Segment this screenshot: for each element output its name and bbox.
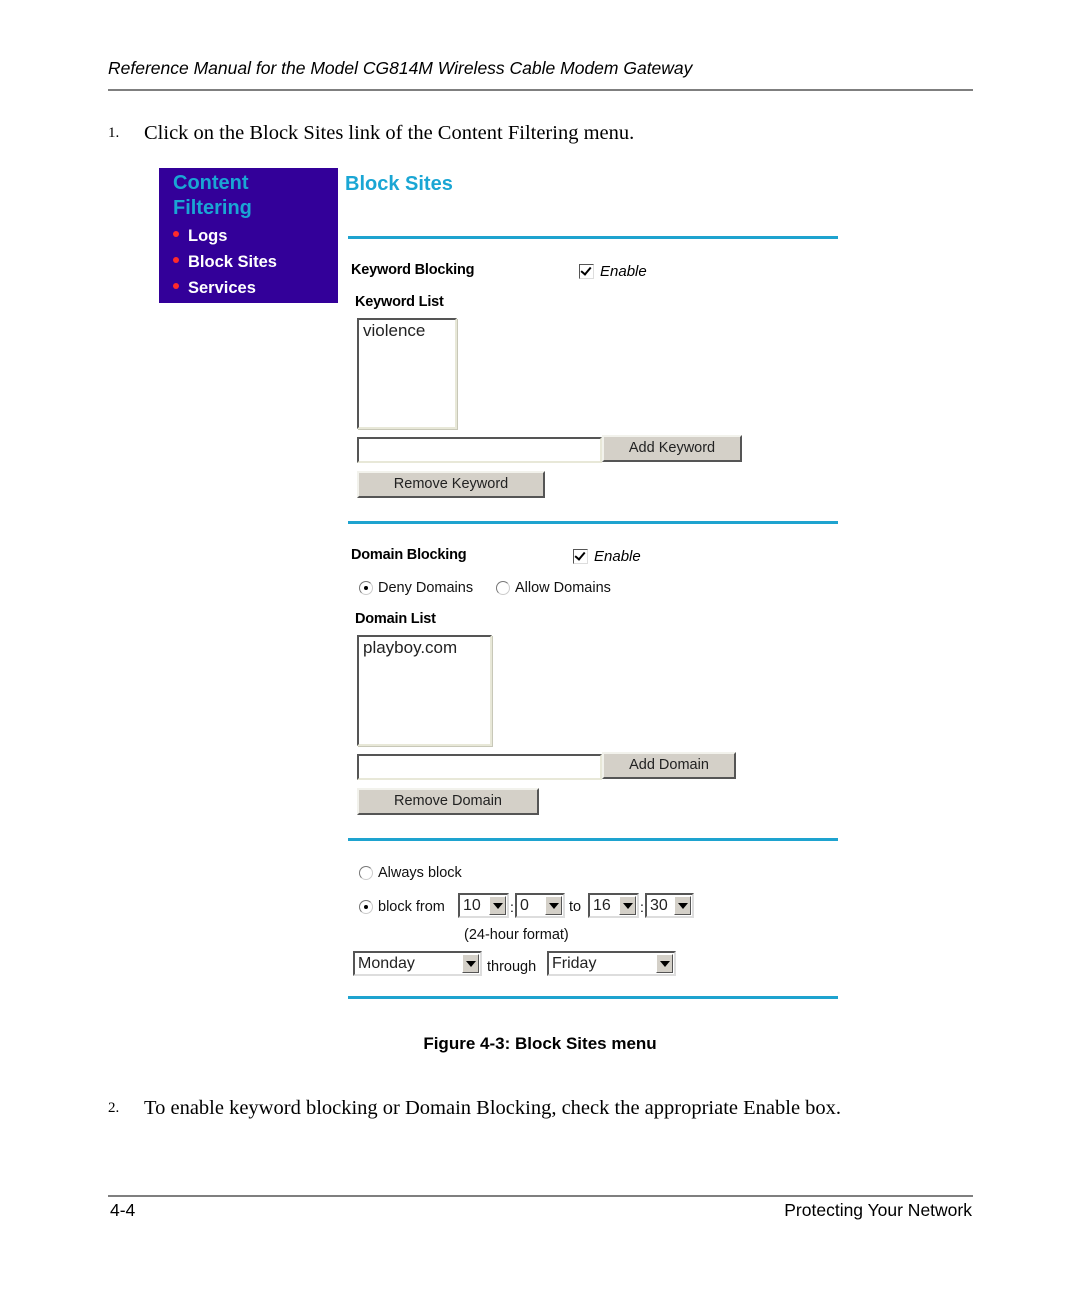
keyword-enable-checkbox[interactable] <box>579 263 594 279</box>
domain-list[interactable]: playboy.com <box>357 635 492 746</box>
from-hour-select[interactable]: 10 <box>458 893 509 918</box>
remove-keyword-button[interactable]: Remove Keyword <box>357 471 545 498</box>
sidebar-item-label: Block Sites <box>188 253 277 271</box>
end-day-value: Friday <box>552 955 597 972</box>
allow-domains-label: Allow Domains <box>515 580 611 596</box>
section-divider <box>348 996 838 999</box>
sidebar-item-logs[interactable]: Logs <box>173 227 227 246</box>
add-keyword-button[interactable]: Add Keyword <box>602 435 742 462</box>
deny-domains-radio[interactable] <box>359 581 373 596</box>
step-text: Click on the Block Sites link of the Con… <box>144 122 635 144</box>
always-block-label: Always block <box>378 865 462 881</box>
sidebar-item-services[interactable]: Services <box>173 279 256 298</box>
dropdown-arrow-icon[interactable] <box>656 954 673 973</box>
page-title: Block Sites <box>345 173 453 195</box>
sidebar-title-line2: Filtering <box>173 197 252 219</box>
to-minute-value: 30 <box>650 897 668 914</box>
time-separator: : <box>510 899 514 915</box>
block-from-label: block from <box>378 899 445 915</box>
start-day-value: Monday <box>358 955 415 972</box>
section-divider <box>348 236 838 239</box>
always-block-radio[interactable] <box>359 866 373 881</box>
step-number: 2. <box>108 1100 120 1116</box>
step-number: 1. <box>108 125 120 141</box>
domain-blocking-label: Domain Blocking <box>351 547 467 563</box>
footer-rule <box>108 1195 973 1197</box>
block-from-radio[interactable] <box>359 900 373 915</box>
sidebar-title: Content Filtering <box>173 171 252 221</box>
domain-enable-label: Enable <box>594 547 641 565</box>
to-hour-value: 16 <box>593 897 611 914</box>
domain-list-item[interactable]: playboy.com <box>363 638 486 658</box>
header-rule <box>108 89 973 91</box>
dropdown-arrow-icon[interactable] <box>545 896 562 915</box>
section-divider <box>348 838 838 841</box>
bullet-icon <box>173 282 179 289</box>
allow-domains-option[interactable]: Allow Domains <box>496 580 611 596</box>
to-label: to <box>569 899 582 915</box>
deny-domains-option[interactable]: Deny Domains <box>359 580 473 596</box>
step-2: 2. To enable keyword blocking or Domain … <box>108 1097 1008 1123</box>
keyword-enable-control[interactable]: Enable <box>579 262 647 280</box>
domain-list-label: Domain List <box>355 611 436 627</box>
chapter-title: Protecting Your Network <box>784 1200 972 1220</box>
domain-enable-control[interactable]: Enable <box>573 547 641 565</box>
step-text: To enable keyword blocking or Domain Blo… <box>144 1097 842 1119</box>
start-day-select[interactable]: Monday <box>353 951 482 976</box>
through-label: through <box>487 959 537 975</box>
to-hour-select[interactable]: 16 <box>588 893 639 918</box>
block-from-option[interactable]: block from <box>359 899 445 915</box>
running-head: Reference Manual for the Model CG814M Wi… <box>108 58 693 78</box>
time-format-note: (24-hour format) <box>464 927 569 943</box>
remove-domain-button[interactable]: Remove Domain <box>357 788 539 815</box>
keyword-list-item[interactable]: violence <box>363 321 451 341</box>
keyword-list[interactable]: violence <box>357 318 457 429</box>
dropdown-arrow-icon[interactable] <box>489 896 506 915</box>
dropdown-arrow-icon[interactable] <box>462 954 479 973</box>
from-minute-value: 0 <box>520 897 529 914</box>
sidebar-item-block-sites[interactable]: Block Sites <box>173 253 277 272</box>
sidebar-item-label: Logs <box>188 227 228 245</box>
dropdown-arrow-icon[interactable] <box>619 896 636 915</box>
to-minute-select[interactable]: 30 <box>645 893 694 918</box>
figure-caption: Figure 4-3: Block Sites menu <box>423 1034 657 1053</box>
content-filtering-sidebar: Content Filtering Logs Block Sites Servi… <box>159 168 338 303</box>
dropdown-arrow-icon[interactable] <box>674 896 691 915</box>
bullet-icon <box>173 230 179 237</box>
time-separator: : <box>640 899 644 915</box>
page-number: 4-4 <box>110 1200 136 1220</box>
allow-domains-radio[interactable] <box>496 581 510 596</box>
add-domain-button[interactable]: Add Domain <box>602 752 736 779</box>
from-hour-value: 10 <box>463 897 481 914</box>
keyword-input[interactable] <box>357 437 602 463</box>
end-day-select[interactable]: Friday <box>547 951 676 976</box>
keyword-enable-label: Enable <box>600 262 647 280</box>
deny-domains-label: Deny Domains <box>378 580 474 596</box>
from-minute-select[interactable]: 0 <box>515 893 565 918</box>
domain-input[interactable] <box>357 754 602 780</box>
keyword-blocking-label: Keyword Blocking <box>351 262 475 278</box>
always-block-option[interactable]: Always block <box>359 865 462 881</box>
section-divider <box>348 521 838 524</box>
sidebar-title-line1: Content <box>173 172 249 194</box>
bullet-icon <box>173 256 179 263</box>
keyword-list-label: Keyword List <box>355 294 444 310</box>
step-1: 1. Click on the Block Sites link of the … <box>108 122 808 148</box>
domain-enable-checkbox[interactable] <box>573 548 588 564</box>
sidebar-item-label: Services <box>188 279 256 297</box>
